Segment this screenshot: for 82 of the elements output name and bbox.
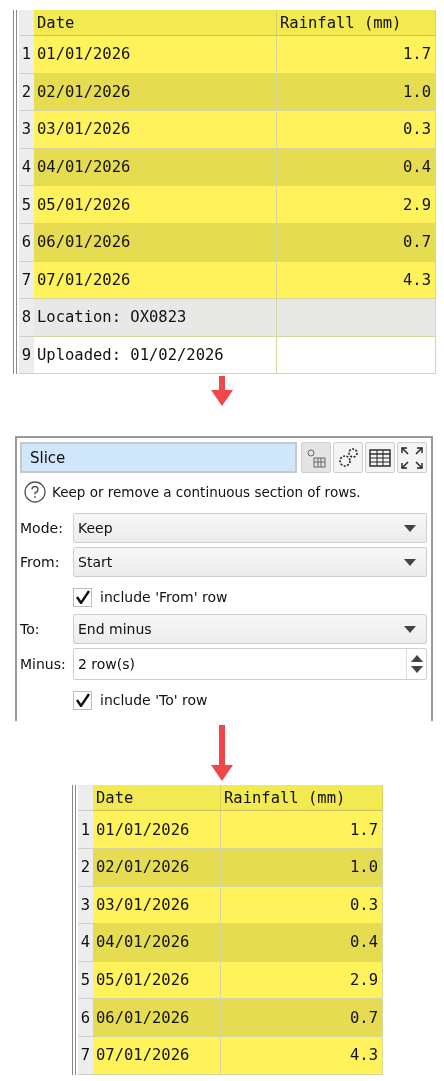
table-cell: 06/01/2026	[93, 999, 221, 1037]
table-cell: 06/01/2026	[34, 223, 277, 262]
table-cell: 1.0	[277, 73, 436, 112]
caret-icon	[404, 558, 416, 566]
checkbox[interactable]	[73, 690, 92, 710]
table-cell: 1.0	[221, 848, 383, 887]
row-number: 1	[19, 36, 34, 74]
table-cell: Uploaded: 01/02/2026	[34, 336, 277, 375]
field-label: From:	[20, 554, 61, 571]
table-cell: 05/01/2026	[93, 961, 221, 1000]
mode-dropdown[interactable]: Start	[73, 547, 427, 578]
help-text: Keep or remove a continuous section of rows.	[52, 484, 361, 501]
field-label: Mode:	[20, 520, 64, 537]
table-cell: 04/01/2026	[34, 148, 277, 187]
row-number: 4	[19, 148, 34, 187]
table-cell: 1.7	[221, 811, 383, 849]
row-number: 4	[78, 924, 93, 962]
row-number: 7	[19, 261, 34, 300]
checkbox-label[interactable]: include 'From' row	[100, 589, 228, 606]
column-header[interactable]: Date	[34, 10, 277, 36]
checkmark-icon	[75, 693, 90, 708]
table-cell: 4.3	[221, 1036, 383, 1075]
checkbox[interactable]	[73, 587, 92, 607]
row-number: 1	[78, 811, 93, 849]
table-cell: 0.7	[221, 999, 383, 1037]
row-number: 7	[78, 1036, 93, 1075]
table-button[interactable]	[365, 442, 395, 474]
row-number: 5	[19, 186, 34, 224]
mode-dropdown[interactable]: End minus	[73, 614, 427, 645]
table-cell: 07/01/2026	[93, 1036, 221, 1075]
down-arrow	[211, 376, 233, 407]
field-label: To:	[20, 621, 41, 638]
settings-button[interactable]	[333, 442, 363, 474]
table-cell: 0.4	[277, 148, 436, 187]
down-arrow-icon[interactable]	[410, 666, 423, 674]
table-icon	[368, 446, 392, 469]
table-cell: 1.7	[277, 36, 436, 74]
column-header[interactable]: Date	[93, 785, 221, 812]
table-cell: 4.3	[277, 261, 436, 300]
table-cell: 2.9	[277, 186, 436, 224]
up-arrow-icon[interactable]	[410, 655, 423, 663]
table-cell: 07/01/2026	[34, 261, 277, 300]
table-cell: 01/01/2026	[34, 36, 277, 74]
table-cell: 03/01/2026	[34, 111, 277, 149]
table-cell: 04/01/2026	[93, 924, 221, 962]
mode-dropdown[interactable]: Keep	[73, 513, 427, 544]
table-cell: 02/01/2026	[93, 848, 221, 887]
checkbox-label[interactable]: include 'To' row	[100, 692, 208, 709]
checkmark-icon	[75, 590, 90, 605]
caret-icon	[404, 625, 416, 633]
row-number: 5	[78, 961, 93, 1000]
gear-table-icon	[305, 446, 327, 469]
column-settings-button[interactable]	[301, 442, 331, 474]
row-number: 6	[19, 223, 34, 262]
row-number: 6	[78, 999, 93, 1037]
table-cell: 05/01/2026	[34, 186, 277, 224]
maximize-button[interactable]	[397, 442, 427, 474]
title-field[interactable]: Slice	[20, 442, 297, 474]
table-cell: 01/01/2026	[93, 811, 221, 849]
table-cell: 03/01/2026	[93, 886, 221, 925]
row-number: 2	[19, 73, 34, 112]
table-cell: 0.7	[277, 223, 436, 262]
row-number: 8	[19, 299, 34, 337]
row-number: 2	[78, 848, 93, 887]
table-cell: 2.9	[221, 961, 383, 1000]
column-header[interactable]: Rainfall (mm)	[277, 10, 436, 36]
field-label: Minus:	[20, 656, 67, 673]
row-number: 9	[19, 336, 34, 375]
table-cell: 0.4	[221, 924, 383, 962]
table-cell: 0.3	[221, 886, 383, 925]
row-number: 3	[19, 111, 34, 149]
expand-icon	[400, 445, 424, 470]
table-cell: 02/01/2026	[34, 73, 277, 112]
down-arrow	[211, 725, 233, 782]
table-cell: Location: OX0823	[34, 299, 277, 337]
caret-icon	[404, 524, 416, 532]
gears-icon	[336, 445, 360, 470]
table-cell: 0.3	[277, 111, 436, 149]
help-icon[interactable]	[24, 481, 46, 504]
spin-field[interactable]: 2 row(s)	[73, 648, 427, 681]
row-number: 3	[78, 886, 93, 925]
column-header[interactable]: Rainfall (mm)	[221, 785, 383, 812]
